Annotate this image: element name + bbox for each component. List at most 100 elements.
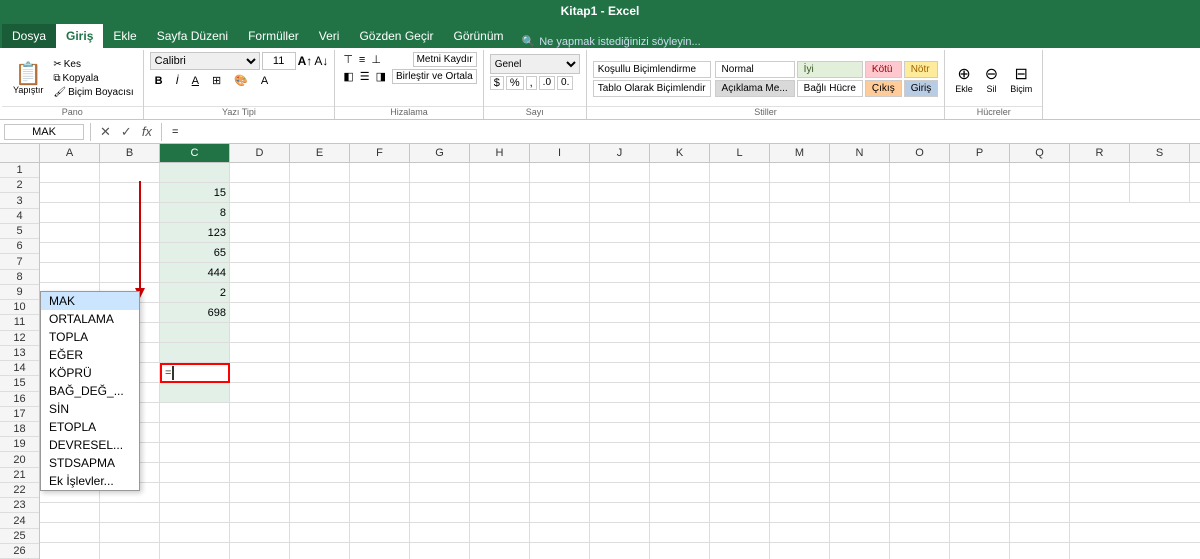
cell-C8[interactable]: 698 <box>160 303 230 323</box>
row-num-1[interactable]: 1 <box>0 163 39 178</box>
style-notr[interactable]: Nötr <box>904 61 939 78</box>
name-box[interactable] <box>4 124 84 140</box>
col-I[interactable]: I <box>530 144 590 162</box>
align-middle-icon[interactable]: ≡ <box>357 53 367 67</box>
row-num-22[interactable]: 22 <box>0 483 39 498</box>
style-normal[interactable]: Normal <box>715 61 795 78</box>
func-item-kopru[interactable]: KÖPRÜ <box>41 364 139 382</box>
bicim-button[interactable]: ⊟ Biçim <box>1006 62 1036 96</box>
font-shrink-icon[interactable]: A↓ <box>314 54 328 68</box>
row-num-3[interactable]: 3 <box>0 193 39 208</box>
row-num-25[interactable]: 25 <box>0 529 39 544</box>
tab-gozden-gecir[interactable]: Gözden Geçir <box>349 24 443 48</box>
formula-input[interactable] <box>168 126 1196 138</box>
col-D[interactable]: D <box>230 144 290 162</box>
merge-center-button[interactable]: Birleştir ve Ortala <box>392 69 477 84</box>
font-name-select[interactable]: Calibri <box>150 52 260 70</box>
align-right-icon[interactable]: ◨ <box>374 69 388 84</box>
currency-icon[interactable]: $ <box>490 76 504 90</box>
col-O[interactable]: O <box>890 144 950 162</box>
tab-giris[interactable]: Giriş <box>56 24 103 48</box>
row-num-15[interactable]: 15 <box>0 376 39 391</box>
col-B[interactable]: B <box>100 144 160 162</box>
col-S[interactable]: S <box>1130 144 1190 162</box>
cell-A2[interactable] <box>40 183 100 203</box>
tab-veri[interactable]: Veri <box>309 24 350 48</box>
align-bottom-icon[interactable]: ⊥ <box>369 52 383 67</box>
row-num-24[interactable]: 24 <box>0 513 39 528</box>
ekle-button[interactable]: ⊕ Ekle <box>951 62 977 96</box>
tab-formuller[interactable]: Formüller <box>238 24 309 48</box>
cell-C11[interactable]: = <box>160 363 230 383</box>
font-size-input[interactable] <box>262 52 296 70</box>
percent-icon[interactable]: % <box>506 76 524 90</box>
tab-dosya[interactable]: Dosya <box>2 24 56 48</box>
cell-C10[interactable] <box>160 343 230 363</box>
col-A[interactable]: A <box>40 144 100 162</box>
col-M[interactable]: M <box>770 144 830 162</box>
col-T[interactable]: T <box>1190 144 1200 162</box>
cell-C4[interactable]: 123 <box>160 223 230 243</box>
cell-C3[interactable]: 8 <box>160 203 230 223</box>
insert-function-icon[interactable]: fx <box>139 123 155 140</box>
copy-button[interactable]: ⧉Kopyala <box>50 72 136 85</box>
row-num-5[interactable]: 5 <box>0 224 39 239</box>
align-left-icon[interactable]: ◧ <box>341 69 355 84</box>
row-num-26[interactable]: 26 <box>0 544 39 559</box>
cell-C6[interactable]: 444 <box>160 263 230 283</box>
row-num-12[interactable]: 12 <box>0 331 39 346</box>
bold-button[interactable]: B <box>150 73 168 89</box>
func-item-mak[interactable]: MAK <box>41 292 139 310</box>
comma-icon[interactable]: , <box>526 76 537 90</box>
row-num-6[interactable]: 6 <box>0 239 39 254</box>
underline-button[interactable]: A <box>187 73 204 89</box>
conditional-format-button[interactable]: Koşullu Biçimlendirme <box>593 61 711 78</box>
row-num-14[interactable]: 14 <box>0 361 39 376</box>
cell-C1[interactable] <box>160 163 230 183</box>
func-item-stdsapma[interactable]: STDSAPMA <box>41 454 139 472</box>
row-num-13[interactable]: 13 <box>0 346 39 361</box>
decimal-inc-icon[interactable]: .0 <box>539 76 555 90</box>
col-R[interactable]: R <box>1070 144 1130 162</box>
col-C[interactable]: C <box>160 144 230 162</box>
func-item-eger[interactable]: EĞER <box>41 346 139 364</box>
col-P[interactable]: P <box>950 144 1010 162</box>
align-top-icon[interactable]: ⊤ <box>341 52 355 67</box>
func-item-devresel[interactable]: DEVRESEL... <box>41 436 139 454</box>
style-aciklama[interactable]: Açıklama Me... <box>715 80 795 97</box>
col-N[interactable]: N <box>830 144 890 162</box>
cell-C2[interactable]: 15 <box>160 183 230 203</box>
style-kotu[interactable]: Kötü <box>865 61 902 78</box>
number-format-select[interactable]: Genel <box>490 54 580 74</box>
style-giris[interactable]: Giriş <box>904 80 939 97</box>
table-format-button[interactable]: Tablo Olarak Biçimlendir <box>593 80 711 97</box>
col-L[interactable]: L <box>710 144 770 162</box>
wrap-text-button[interactable]: Metni Kaydır <box>413 52 477 67</box>
cancel-icon[interactable]: ✕ <box>97 123 114 141</box>
row-num-8[interactable]: 8 <box>0 270 39 285</box>
confirm-icon[interactable]: ✓ <box>118 123 135 141</box>
style-bagli-hucre[interactable]: Bağlı Hücre <box>797 80 863 97</box>
tab-gorunum[interactable]: Görünüm <box>444 24 514 48</box>
col-G[interactable]: G <box>410 144 470 162</box>
font-grow-icon[interactable]: A↑ <box>298 54 313 68</box>
row-num-11[interactable]: 11 <box>0 315 39 330</box>
font-color-button[interactable]: A <box>256 73 273 89</box>
row-num-23[interactable]: 23 <box>0 498 39 513</box>
row-num-2[interactable]: 2 <box>0 178 39 193</box>
italic-button[interactable]: İ <box>171 73 184 89</box>
cell-D1[interactable] <box>230 163 290 183</box>
tab-ekle[interactable]: Ekle <box>103 24 146 48</box>
tab-sayfa-duzeni[interactable]: Sayfa Düzeni <box>147 24 238 48</box>
func-item-sin[interactable]: SİN <box>41 400 139 418</box>
cell-B1[interactable] <box>100 163 160 183</box>
func-item-ortalama[interactable]: ORTALAMA <box>41 310 139 328</box>
row-num-7[interactable]: 7 <box>0 254 39 269</box>
col-J[interactable]: J <box>590 144 650 162</box>
row-num-21[interactable]: 21 <box>0 468 39 483</box>
cell-C5[interactable]: 65 <box>160 243 230 263</box>
fill-color-button[interactable]: 🎨 <box>229 72 253 89</box>
func-item-topla[interactable]: TOPLA <box>41 328 139 346</box>
row-num-16[interactable]: 16 <box>0 392 39 407</box>
align-center-icon[interactable]: ☰ <box>358 69 372 84</box>
